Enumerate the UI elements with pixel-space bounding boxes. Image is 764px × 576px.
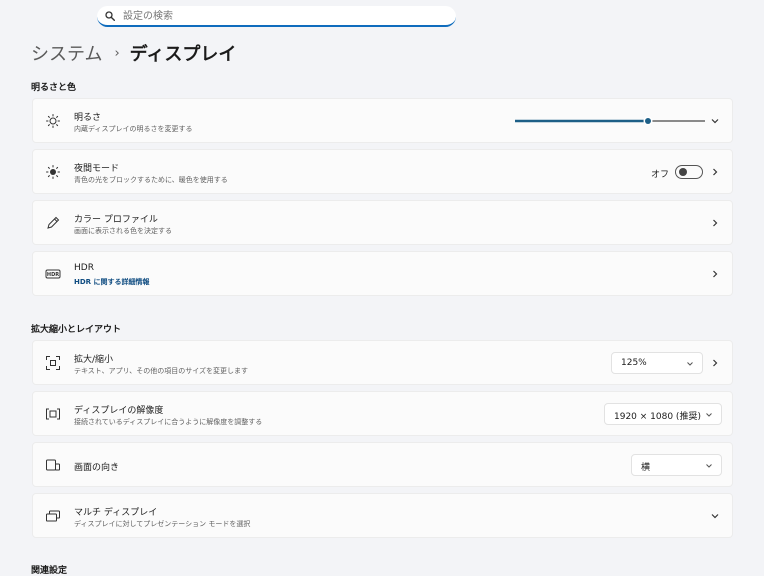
night-light-subtitle: 青色の光をブロックするために、暖色を使用する bbox=[74, 176, 228, 184]
slider-thumb[interactable] bbox=[645, 118, 651, 124]
pen-icon bbox=[47, 216, 60, 229]
setting-night-light[interactable]: 夜間モード 青色の光をブロックするために、暖色を使用する オフ bbox=[32, 149, 733, 194]
svg-text:HDR: HDR bbox=[47, 272, 59, 278]
multi-display-subtitle: ディスプレイに対してプレゼンテーション モードを選択 bbox=[74, 520, 251, 528]
search-icon bbox=[105, 11, 115, 21]
resolution-dropdown[interactable]: 1920 × 1080 (推奨) bbox=[604, 403, 722, 425]
setting-orientation[interactable]: 画面の向き 横 bbox=[32, 442, 733, 487]
chevron-down-icon bbox=[706, 464, 712, 468]
chevron-down-icon[interactable] bbox=[710, 511, 720, 521]
night-light-icon bbox=[46, 165, 60, 179]
resolution-icon bbox=[46, 408, 60, 420]
color-profile-subtitle: 画面に表示される色を決定する bbox=[74, 227, 172, 235]
resolution-dropdown-value: 1920 × 1080 (推奨) bbox=[614, 412, 701, 422]
scale-subtitle: テキスト、アプリ、その他の項目のサイズを変更します bbox=[74, 367, 249, 375]
sun-icon bbox=[46, 114, 60, 128]
night-light-state-label: オフ bbox=[651, 170, 670, 180]
color-profile-title: カラー プロファイル bbox=[74, 215, 158, 225]
chevron-right-icon[interactable] bbox=[710, 269, 720, 279]
search-input[interactable] bbox=[121, 8, 425, 25]
orientation-dropdown-value: 横 bbox=[641, 463, 651, 473]
hdr-title: HDR bbox=[74, 263, 94, 273]
breadcrumb-separator: › bbox=[114, 45, 120, 61]
orientation-dropdown[interactable]: 横 bbox=[631, 454, 722, 476]
night-light-toggle[interactable] bbox=[675, 165, 703, 179]
breadcrumb: システム › ディスプレイ bbox=[31, 40, 236, 66]
chevron-right-icon[interactable] bbox=[710, 167, 720, 177]
breadcrumb-parent-system[interactable]: システム bbox=[31, 40, 102, 66]
setting-resolution[interactable]: ディスプレイの解像度 接続されているディスプレイに合うように解像度を調整する 1… bbox=[32, 391, 733, 436]
multi-display-icon bbox=[46, 510, 60, 522]
chevron-right-icon[interactable] bbox=[710, 358, 720, 368]
settings-search-box[interactable] bbox=[97, 6, 456, 27]
setting-brightness[interactable]: 明るさ 内蔵ディスプレイの明るさを変更する bbox=[32, 98, 733, 143]
chevron-right-icon[interactable] bbox=[710, 218, 720, 228]
setting-color-profile[interactable]: カラー プロファイル 画面に表示される色を決定する bbox=[32, 200, 733, 245]
scale-dropdown-value: 125% bbox=[621, 358, 647, 368]
resolution-title: ディスプレイの解像度 bbox=[74, 406, 164, 416]
section-title-related: 関連設定 bbox=[31, 566, 68, 576]
toggle-knob bbox=[679, 168, 687, 176]
brightness-title: 明るさ bbox=[74, 113, 102, 123]
hdr-info-link[interactable]: HDR に関する詳細情報 bbox=[74, 277, 150, 287]
brightness-subtitle: 内蔵ディスプレイの明るさを変更する bbox=[74, 125, 193, 133]
orientation-icon bbox=[46, 459, 60, 471]
multi-display-title: マルチ ディスプレイ bbox=[74, 508, 158, 518]
scale-title: 拡大/縮小 bbox=[74, 355, 114, 365]
chevron-down-icon bbox=[687, 362, 693, 366]
chevron-down-icon[interactable] bbox=[710, 116, 720, 126]
page-title: ディスプレイ bbox=[129, 44, 237, 65]
scale-dropdown[interactable]: 125% bbox=[611, 352, 703, 374]
resolution-subtitle: 接続されているディスプレイに合うように解像度を調整する bbox=[74, 418, 263, 426]
scale-icon bbox=[46, 356, 60, 370]
night-light-title: 夜間モード bbox=[74, 164, 120, 174]
setting-hdr[interactable]: HDR HDR HDR に関する詳細情報 bbox=[32, 251, 733, 296]
hdr-icon: HDR bbox=[45, 269, 61, 279]
orientation-title: 画面の向き bbox=[74, 463, 120, 473]
section-title-brightness-color: 明るさと色 bbox=[31, 83, 77, 93]
setting-multi-display[interactable]: マルチ ディスプレイ ディスプレイに対してプレゼンテーション モードを選択 bbox=[32, 493, 733, 538]
setting-scale[interactable]: 拡大/縮小 テキスト、アプリ、その他の項目のサイズを変更します 125% bbox=[32, 340, 733, 385]
brightness-slider[interactable] bbox=[515, 114, 705, 128]
chevron-down-icon bbox=[706, 413, 712, 417]
section-title-scale-layout: 拡大縮小とレイアウト bbox=[31, 325, 122, 335]
